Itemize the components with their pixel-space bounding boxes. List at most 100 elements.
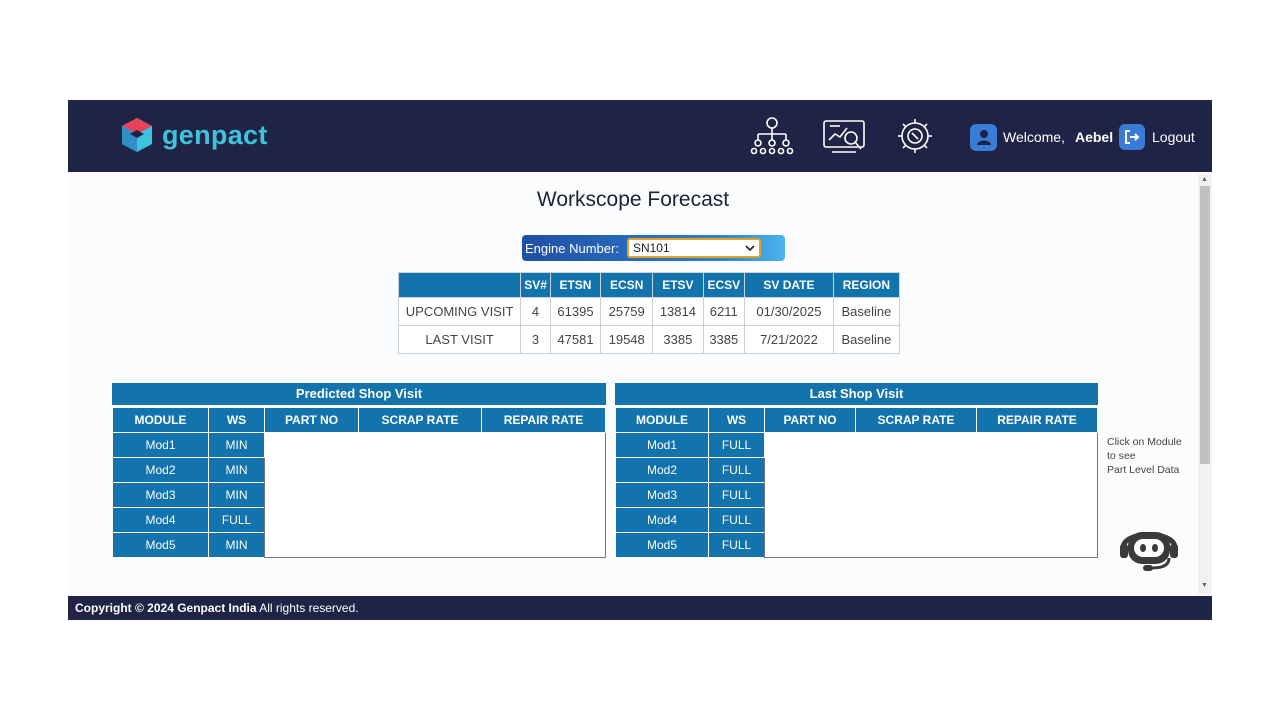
visit-type-cell: LAST VISIT bbox=[397, 325, 522, 354]
ws-cell: FULL bbox=[208, 507, 265, 533]
table-cell: Baseline bbox=[832, 325, 901, 354]
module-cell[interactable]: Mod3 bbox=[615, 482, 709, 508]
last-header-cell: REPAIR RATE bbox=[976, 407, 1098, 433]
table-cell: 3385 bbox=[702, 325, 746, 354]
chevron-down-icon bbox=[745, 245, 755, 252]
ws-cell: FULL bbox=[708, 457, 765, 483]
module-cell[interactable]: Mod4 bbox=[615, 507, 709, 533]
ws-cell: MIN bbox=[208, 532, 265, 558]
logout-icon bbox=[1119, 124, 1145, 150]
last-panel-title: Last Shop Visit bbox=[615, 383, 1098, 405]
user-avatar-icon bbox=[970, 123, 997, 151]
table-cell: 4 bbox=[520, 297, 551, 326]
brand-name: genpact bbox=[162, 119, 268, 150]
module-cell[interactable]: Mod5 bbox=[112, 532, 209, 558]
last-header-cell: MODULE bbox=[615, 407, 709, 433]
scroll-down-icon[interactable]: ▼ bbox=[1201, 582, 1208, 589]
table-cell: 25759 bbox=[600, 297, 654, 326]
table-cell: 6211 bbox=[702, 297, 746, 326]
table-row: UPCOMING VISIT 4 61395 25759 13814 6211 … bbox=[397, 297, 901, 326]
table-cell: 3385 bbox=[652, 325, 704, 354]
predicted-header-cell: REPAIR RATE bbox=[481, 407, 606, 433]
genpact-logo[interactable]: genpact bbox=[120, 114, 268, 156]
table-cell: 61395 bbox=[549, 297, 602, 326]
visits-header-cell: ETSV bbox=[652, 272, 704, 298]
visits-header-cell: REGION bbox=[832, 272, 901, 298]
last-shop-visit-panel: Last Shop Visit MODULE WS PART NO SCRAP … bbox=[615, 383, 1098, 558]
ws-cell: MIN bbox=[208, 482, 265, 508]
vertical-scrollbar[interactable]: ▲ ▼ bbox=[1198, 174, 1212, 594]
part-level-data-area bbox=[264, 432, 606, 558]
ws-cell: FULL bbox=[708, 532, 765, 558]
table-row: Mod1 MIN bbox=[112, 432, 606, 558]
table-cell: 3 bbox=[520, 325, 551, 354]
footer: Copyright © 2024 Genpact India All right… bbox=[68, 596, 1212, 620]
module-cell[interactable]: Mod3 bbox=[112, 482, 209, 508]
visits-header-cell: SV DATE bbox=[744, 272, 834, 298]
app-window: genpact Welcome, Aebel Logout Workscope … bbox=[68, 100, 1212, 620]
scrollbar-thumb[interactable] bbox=[1200, 186, 1210, 464]
chatbot-icon[interactable] bbox=[1117, 522, 1181, 574]
visits-header-cell: ETSN bbox=[549, 272, 602, 298]
table-cell: 47581 bbox=[549, 325, 602, 354]
predicted-shop-visit-panel: Predicted Shop Visit MODULE WS PART NO S… bbox=[112, 383, 606, 558]
visits-header-row: SV# ETSN ECSN ETSV ECSV SV DATE REGION bbox=[397, 272, 901, 298]
org-hierarchy-icon[interactable] bbox=[750, 116, 794, 156]
last-table: MODULE WS PART NO SCRAP RATE REPAIR RATE… bbox=[615, 407, 1098, 558]
module-cell[interactable]: Mod2 bbox=[615, 457, 709, 483]
username: Aebel bbox=[1074, 129, 1114, 145]
last-header-cell: WS bbox=[708, 407, 765, 433]
hint-line: to see bbox=[1107, 450, 1136, 462]
engine-number-bar: Engine Number: SN101 bbox=[522, 235, 785, 261]
predicted-header-cell: WS bbox=[208, 407, 265, 433]
footer-copyright: Copyright © 2024 Genpact India bbox=[75, 601, 257, 615]
settings-gear-icon[interactable] bbox=[893, 116, 937, 156]
table-cell: 13814 bbox=[652, 297, 704, 326]
visits-table: SV# ETSN ECSN ETSV ECSV SV DATE REGION U… bbox=[397, 272, 901, 354]
ws-cell: MIN bbox=[208, 432, 265, 458]
visits-header-cell: SV# bbox=[520, 272, 551, 298]
visits-header-cell bbox=[397, 272, 522, 298]
ws-cell: FULL bbox=[708, 432, 765, 458]
visits-header-cell: ECSN bbox=[600, 272, 654, 298]
table-row: LAST VISIT 3 47581 19548 3385 3385 7/21/… bbox=[397, 325, 901, 354]
last-header-row: MODULE WS PART NO SCRAP RATE REPAIR RATE bbox=[615, 407, 1098, 433]
logout-button[interactable]: Logout bbox=[1119, 123, 1195, 151]
table-row: Mod1 FULL bbox=[615, 432, 1098, 558]
engine-number-label: Engine Number: bbox=[525, 240, 619, 256]
page-title: Workscope Forecast bbox=[536, 188, 730, 211]
predicted-header-row: MODULE WS PART NO SCRAP RATE REPAIR RATE bbox=[112, 407, 606, 433]
genpact-logo-icon bbox=[122, 118, 152, 152]
logout-label: Logout bbox=[1152, 129, 1195, 145]
footer-rights: All rights reserved. bbox=[259, 601, 359, 615]
module-cell[interactable]: Mod4 bbox=[112, 507, 209, 533]
module-cell[interactable]: Mod1 bbox=[112, 432, 209, 458]
table-cell: 19548 bbox=[600, 325, 654, 354]
module-cell[interactable]: Mod2 bbox=[112, 457, 209, 483]
ws-cell: MIN bbox=[208, 457, 265, 483]
table-cell: Baseline bbox=[832, 297, 901, 326]
module-hint-text: Click on Module to see Part Level Data bbox=[1107, 435, 1197, 477]
engine-number-select[interactable]: SN101 bbox=[626, 238, 761, 258]
module-cell[interactable]: Mod5 bbox=[615, 532, 709, 558]
predicted-header-cell: SCRAP RATE bbox=[358, 407, 482, 433]
part-level-data-area bbox=[764, 432, 1098, 558]
hint-line: Click on Module bbox=[1107, 436, 1182, 448]
module-cell[interactable]: Mod1 bbox=[615, 432, 709, 458]
scroll-up-icon[interactable]: ▲ bbox=[1201, 176, 1208, 183]
analytics-dashboard-icon[interactable] bbox=[822, 116, 866, 156]
engine-number-value: SN101 bbox=[632, 241, 670, 255]
predicted-header-cell: MODULE bbox=[112, 407, 209, 433]
hint-line: Part Level Data bbox=[1107, 464, 1180, 476]
visit-type-cell: UPCOMING VISIT bbox=[397, 297, 522, 326]
top-header: genpact Welcome, Aebel Logout bbox=[68, 100, 1212, 172]
ws-cell: FULL bbox=[708, 507, 765, 533]
ws-cell: FULL bbox=[708, 482, 765, 508]
predicted-panel-title: Predicted Shop Visit bbox=[112, 383, 606, 405]
visits-header-cell: ECSV bbox=[702, 272, 746, 298]
welcome-user[interactable]: Welcome, Aebel bbox=[970, 122, 1113, 152]
predicted-header-cell: PART NO bbox=[264, 407, 359, 433]
table-cell: 01/30/2025 bbox=[744, 297, 834, 326]
last-header-cell: PART NO bbox=[764, 407, 856, 433]
table-cell: 7/21/2022 bbox=[744, 325, 834, 354]
